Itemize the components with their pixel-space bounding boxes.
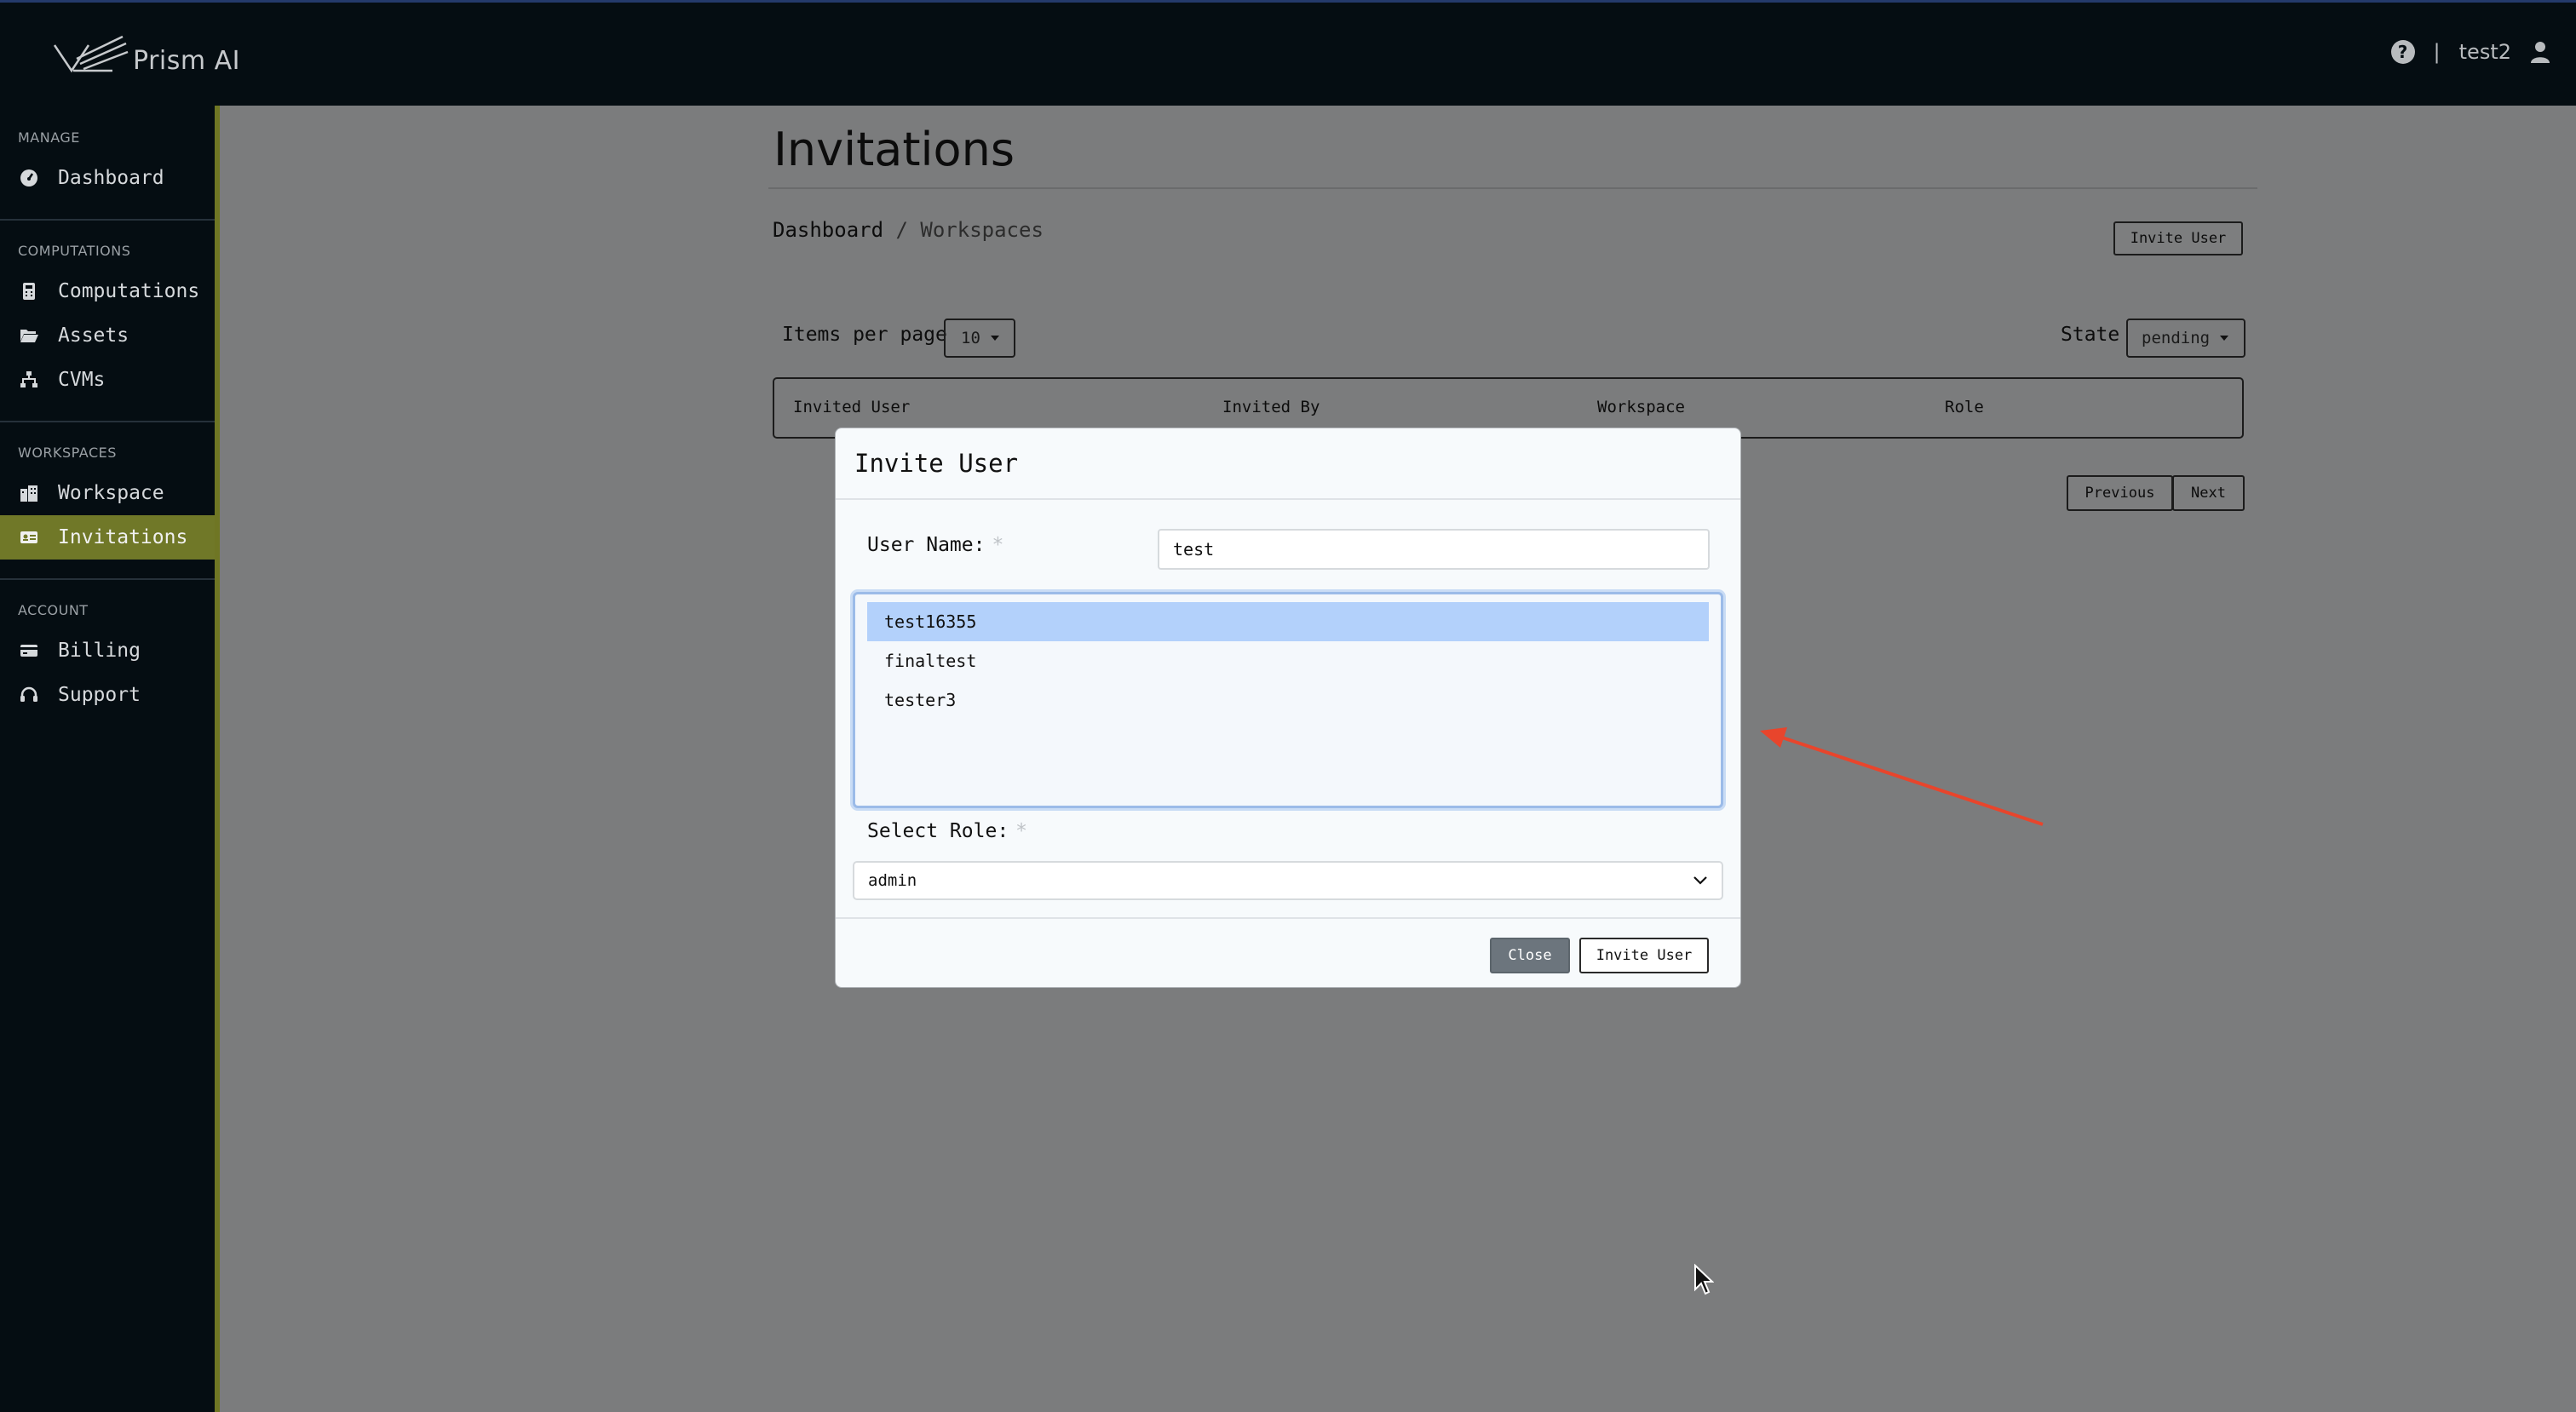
state-value: pending [2142, 329, 2211, 347]
credit-card-icon [19, 640, 39, 661]
close-button[interactable]: Close [1490, 938, 1570, 973]
modal-footer: Close Invite User [836, 917, 1740, 989]
caret-down-icon [2220, 336, 2229, 341]
calculator-icon [19, 281, 39, 301]
header-separator: | [2433, 40, 2441, 64]
header-user-area: ? | test2 [2390, 40, 2550, 64]
sidebar-item-workspace[interactable]: Workspace [0, 471, 215, 515]
user-option-tester3[interactable]: tester3 [867, 680, 1709, 720]
column-header-invited-user: Invited User [793, 398, 911, 416]
header-username[interactable]: test2 [2459, 40, 2511, 64]
mouse-cursor-icon [1694, 1264, 1714, 1295]
username-label-text: User Name: [867, 534, 986, 556]
nav-heading: WORKSPACES [18, 445, 117, 461]
column-header-workspace: Workspace [1597, 398, 1685, 416]
role-select[interactable]: admin [853, 861, 1723, 900]
sidebar-item-label: Support [58, 684, 141, 706]
breadcrumb-separator: / [895, 218, 908, 242]
previous-page-button[interactable]: Previous [2067, 475, 2173, 511]
nav-section-workspaces: WORKSPACES Workspace Invitations [0, 422, 215, 580]
invite-user-modal: Invite User User Name: * test16355 finalt… [835, 428, 1741, 988]
sidebar-item-billing[interactable]: Billing [0, 629, 215, 673]
sidebar-item-invitations[interactable]: Invitations [0, 515, 215, 560]
user-option-test16355[interactable]: test16355 [867, 602, 1709, 641]
column-header-role: Role [1945, 398, 1984, 416]
username-label: User Name: * [867, 534, 1003, 556]
annotation-arrow-icon [1760, 727, 2044, 826]
sidebar-item-label: Workspace [58, 482, 164, 504]
state-label: State [2061, 324, 2120, 346]
sidebar-item-cvms[interactable]: CVMs [0, 358, 215, 402]
id-card-icon [19, 527, 39, 548]
brand-logo[interactable]: Prism AI [53, 33, 240, 77]
gauge-icon [19, 168, 39, 188]
required-marker: * [992, 534, 1004, 556]
breadcrumb-current: Workspaces [920, 218, 1044, 242]
chevron-down-icon [1693, 875, 1708, 886]
brand-name: Prism AI [133, 45, 240, 76]
sidebar-item-label: CVMs [58, 369, 106, 391]
sidebar-item-assets[interactable]: Assets [0, 313, 215, 358]
next-page-button[interactable]: Next [2172, 475, 2245, 511]
breadcrumb-dashboard-link[interactable]: Dashboard [773, 218, 883, 242]
sidebar-item-dashboard[interactable]: Dashboard [0, 156, 215, 200]
sidebar-item-support[interactable]: Support [0, 673, 215, 717]
folder-open-icon [19, 325, 39, 346]
sidebar-item-computations[interactable]: Computations [0, 269, 215, 313]
building-icon [19, 483, 39, 503]
items-per-page-value: 10 [961, 329, 980, 347]
sitemap-icon [19, 370, 39, 390]
user-suggestion-list[interactable]: test16355 finaltest tester3 [853, 592, 1723, 808]
nav-section-account: ACCOUNT Billing Support [0, 580, 215, 736]
sidebar-item-label: Billing [58, 640, 141, 662]
role-value: admin [868, 871, 917, 890]
username-input[interactable] [1158, 529, 1710, 570]
top-bar: Prism AI ? | test2 [0, 0, 2576, 106]
prism-logo-icon [53, 35, 129, 73]
help-icon[interactable]: ? [2390, 40, 2415, 64]
role-label: Select Role: * [867, 820, 1027, 842]
breadcrumb: Dashboard / Workspaces [773, 218, 1044, 242]
nav-section-manage: MANAGE Dashboard [0, 106, 215, 221]
state-select[interactable]: pending [2126, 319, 2245, 358]
nav-heading: COMPUTATIONS [18, 243, 131, 259]
sidebar-item-label: Dashboard [58, 167, 164, 189]
invite-user-submit-button[interactable]: Invite User [1579, 938, 1709, 973]
required-marker: * [1015, 820, 1028, 842]
headset-icon [19, 685, 39, 705]
title-divider [768, 187, 2257, 189]
user-option-finaltest[interactable]: finaltest [867, 641, 1709, 680]
sidebar-item-label: Assets [58, 324, 129, 347]
column-header-invited-by: Invited By [1222, 398, 1320, 416]
role-label-text: Select Role: [867, 820, 1009, 842]
sidebar: MANAGE Dashboard COMPUTATIONS Computatio… [0, 106, 220, 1412]
user-icon[interactable] [2530, 41, 2550, 63]
items-per-page-label: Items per page [782, 324, 947, 346]
sidebar-item-label: Invitations [58, 526, 188, 548]
caret-down-icon [990, 336, 999, 341]
nav-section-computations: COMPUTATIONS Computations Assets CVMs [0, 221, 215, 422]
page-title: Invitations [773, 123, 1015, 176]
nav-heading: MANAGE [18, 129, 80, 146]
nav-heading: ACCOUNT [18, 602, 89, 618]
modal-title: Invite User [836, 428, 1740, 500]
items-per-page-select[interactable]: 10 [944, 319, 1015, 358]
sidebar-item-label: Computations [58, 280, 200, 302]
invite-user-button[interactable]: Invite User [2113, 221, 2243, 255]
